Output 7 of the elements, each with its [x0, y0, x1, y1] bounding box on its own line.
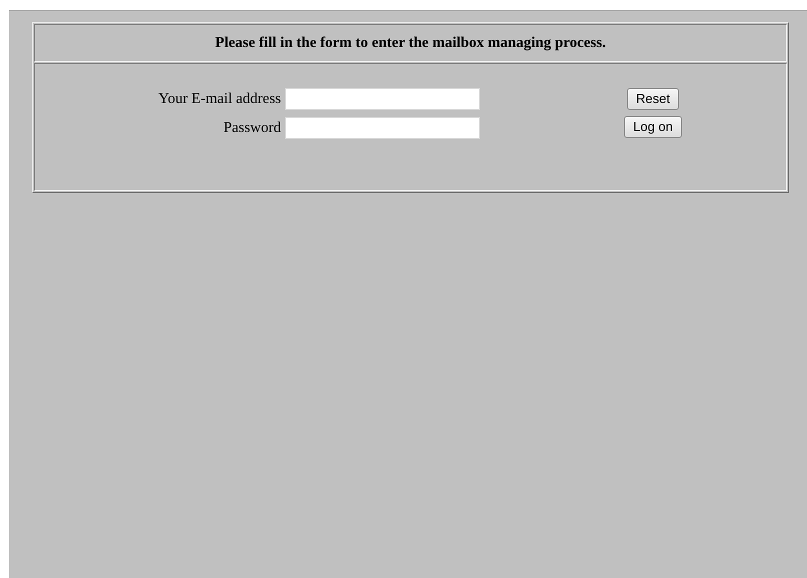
form-button[interactable]: Reset	[627, 88, 679, 110]
form-button[interactable]: Log on	[624, 116, 682, 138]
input-field[interactable]	[285, 88, 480, 110]
field-label: Password	[223, 118, 281, 138]
form-heading: Please fill in the form to enter the mailbox managing process.	[215, 34, 606, 53]
field-label: Your E-mail address	[158, 90, 281, 109]
input-field[interactable]	[285, 116, 480, 139]
